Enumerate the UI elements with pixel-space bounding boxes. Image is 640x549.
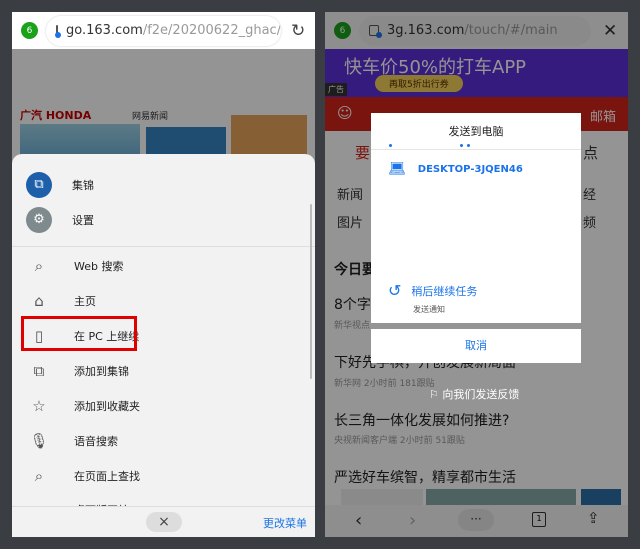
menu-label: 集锦	[72, 178, 94, 192]
continue-later-subtitle: 发送通知	[413, 305, 445, 314]
address-bar: 6 go.163.com/f2e/20200622_ghac/i... ↻	[12, 12, 315, 49]
menu-item-collections[interactable]: ⧉ 集锦	[12, 167, 302, 202]
device-item[interactable]: 💻︎ DESKTOP-3JQEN46	[388, 159, 578, 179]
home-icon: ⌂	[34, 291, 44, 310]
left-screen: 广汽 HONDA 网易新闻 6 go.163.com/f2e/20200622_…	[12, 12, 315, 537]
loading-dot	[389, 144, 392, 147]
menu-item-add-to-collections[interactable]: ⧉ 添加到集锦	[12, 353, 302, 388]
sheet-footer: × 更改菜单	[12, 506, 315, 537]
add-favorite-icon: ☆	[32, 396, 46, 415]
menu-label: 设置	[72, 213, 94, 227]
laptop-icon: 💻︎	[388, 161, 406, 177]
url-field[interactable]: go.163.com/f2e/20200622_ghac/i...	[46, 15, 281, 46]
history-icon: ↺	[388, 281, 402, 300]
menu-item-settings[interactable]: ⚙ 设置	[12, 202, 302, 237]
loading-dot	[460, 144, 463, 147]
menu-label: Web 搜索	[74, 259, 124, 273]
lock-icon	[55, 25, 61, 38]
tab-count[interactable]: 6	[21, 22, 38, 39]
find-in-page-icon: ⌕	[34, 466, 44, 485]
menu-label: 语音搜索	[74, 434, 118, 448]
highlight-box	[21, 316, 137, 351]
menu-item-find-in-page[interactable]: ⌕ 在页面上查找	[12, 458, 302, 493]
right-screen: 6 3g.163.com/touch/#/main ✕ 快车价50%的打车APP…	[325, 12, 628, 537]
gear-icon: ⚙	[26, 206, 52, 233]
menu-label: 主页	[74, 294, 96, 308]
dialog-title: 发送到电脑	[448, 125, 504, 138]
menu-item-add-to-favorites[interactable]: ☆ 添加到收藏夹	[12, 388, 302, 423]
menu-label: 添加到集锦	[74, 364, 129, 378]
search-icon: ⌕	[34, 256, 44, 275]
change-menu-link[interactable]: 更改菜单	[263, 515, 307, 531]
menu-sheet: ⧉ 集锦 ⚙ 设置 ⌕ Web 搜索 ⌂ 主页 ▯ 在 PC 上继续 ⧉ 添加到集锦 ☆…	[12, 154, 315, 537]
continue-later-label: 稍后继续任务	[411, 284, 478, 298]
divider	[371, 149, 581, 150]
menu-label: 添加到收藏夹	[74, 399, 140, 413]
menu-item-web-search[interactable]: ⌕ Web 搜索	[12, 248, 302, 283]
microphone-icon: 🎙︎	[29, 431, 49, 450]
device-name: DESKTOP-3JQEN46	[417, 163, 523, 175]
send-to-pc-dialog: 发送到电脑 💻︎ DESKTOP-3JQEN46 ↺ 稍后继续任务 发送通知	[371, 113, 581, 323]
url-path: /f2e/20200622_ghac/i...	[142, 23, 281, 38]
scrollbar[interactable]	[310, 204, 312, 379]
divider	[12, 246, 315, 247]
reload-icon[interactable]: ↻	[291, 21, 305, 41]
collections-icon: ⧉	[26, 171, 52, 198]
loading-dot	[467, 144, 470, 147]
menu-label: 在页面上查找	[74, 469, 140, 483]
feedback-icon: ⚐	[429, 388, 439, 401]
cancel-button[interactable]: 取消	[371, 329, 581, 363]
feedback-link[interactable]: ⚐ 向我们发送反馈	[429, 386, 519, 402]
menu-item-voice-search[interactable]: 🎙︎ 语音搜索	[12, 423, 302, 458]
url-host: go.163.com	[66, 23, 143, 38]
add-collection-icon: ⧉	[33, 361, 45, 380]
continue-later-item[interactable]: ↺ 稍后继续任务	[388, 281, 578, 300]
close-menu-button[interactable]: ×	[146, 512, 182, 532]
feedback-label: 向我们发送反馈	[442, 388, 520, 401]
menu-item-home[interactable]: ⌂ 主页	[12, 283, 302, 318]
